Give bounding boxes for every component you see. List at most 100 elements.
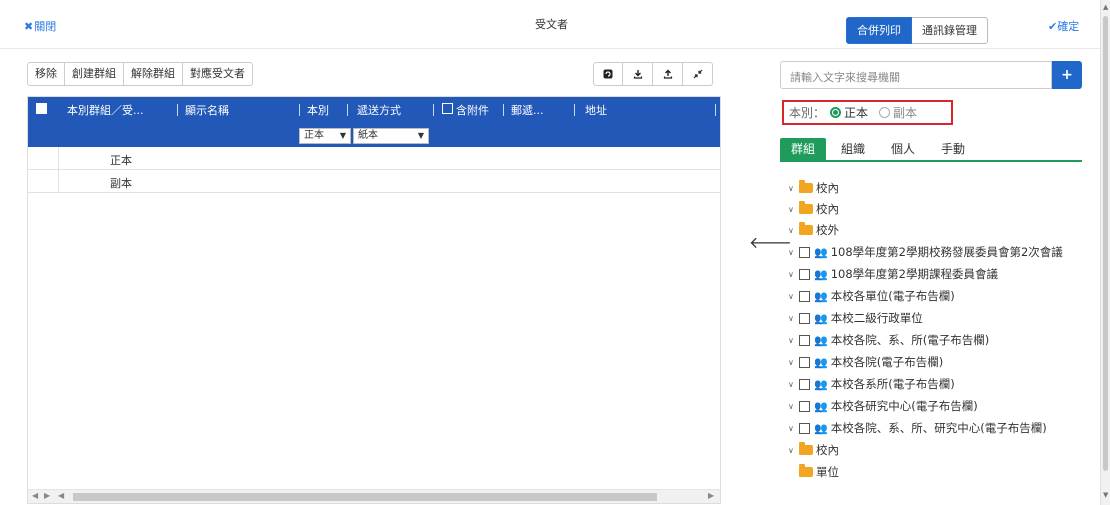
table-row[interactable]: 正本 xyxy=(28,147,720,170)
tree-node[interactable]: ∨ 👥 本校各院、系、所、研究中心(電子布告欄) xyxy=(788,418,1047,438)
scroll-up-icon[interactable]: ▲ xyxy=(1103,3,1108,11)
col-address[interactable]: 地址 xyxy=(585,102,607,118)
col-sep xyxy=(715,104,716,116)
upload-icon[interactable] xyxy=(653,62,683,86)
chevron-down-icon[interactable]: ∨ xyxy=(788,380,796,389)
refresh-icon[interactable] xyxy=(593,62,623,86)
chevron-down-icon[interactable]: ∨ xyxy=(788,402,796,411)
map-recipient-button[interactable]: 對應受文者 xyxy=(183,62,253,86)
users-icon: 👥 xyxy=(814,377,828,391)
collapse-icon[interactable] xyxy=(683,62,713,86)
select-all-checkbox[interactable] xyxy=(36,103,47,114)
merge-print-button[interactable]: 合併列印 xyxy=(846,17,912,44)
scroll-right-icon[interactable]: ▶ xyxy=(44,491,50,500)
radio-original[interactable]: 正本 xyxy=(830,104,868,121)
top-tabs: 合併列印 通訊錄管理 xyxy=(846,17,988,44)
tree-node[interactable]: 單位 xyxy=(799,462,839,482)
toolbar: 移除 創建群組 解除群組 對應受文者 xyxy=(27,62,253,86)
col-zip[interactable]: 郵遞... xyxy=(511,102,544,118)
tree-node[interactable]: ∨ 👥 本校各系所(電子布告欄) xyxy=(788,374,955,394)
download-icon[interactable] xyxy=(623,62,653,86)
tree-node[interactable]: ∨ 校外 xyxy=(788,220,839,240)
node-checkbox[interactable] xyxy=(799,268,810,280)
scroll-down-icon[interactable]: ▼ xyxy=(1103,491,1108,499)
close-icon: ✖ xyxy=(24,20,34,33)
chevron-down-icon[interactable]: ∨ xyxy=(788,358,796,367)
chevron-down-icon: ▼ xyxy=(417,131,424,140)
node-checkbox[interactable] xyxy=(799,356,810,368)
scroll-left-icon[interactable]: ◀ xyxy=(58,491,64,500)
tree-node[interactable]: ∨ 校內 xyxy=(788,440,839,460)
delivery-filter[interactable]: 紙本 ▼ xyxy=(353,128,429,144)
tree-node[interactable]: ∨ 校內 xyxy=(788,178,839,198)
col-attachment[interactable]: 含附件 xyxy=(456,102,489,118)
radio-icon xyxy=(830,107,842,118)
tab-org[interactable]: 組織 xyxy=(830,138,876,160)
chevron-down-icon[interactable]: ∨ xyxy=(788,205,796,214)
col-sep xyxy=(299,104,300,116)
grid-header: 本別群組／受... 顯示名稱 本別 遞送方式 含附件 郵遞... 地址 正本 ▼ … xyxy=(28,97,720,147)
node-checkbox[interactable] xyxy=(799,246,810,258)
col-copy-type[interactable]: 本別 xyxy=(307,102,329,118)
node-checkbox[interactable] xyxy=(799,334,810,346)
tab-person[interactable]: 個人 xyxy=(880,138,926,160)
attachment-checkbox[interactable] xyxy=(442,103,453,114)
chevron-down-icon[interactable]: ∨ xyxy=(788,314,796,323)
folder-icon xyxy=(799,180,813,193)
col-sep xyxy=(433,104,434,116)
search-input[interactable]: 請輸入文字來搜尋機關 xyxy=(780,61,1052,89)
arrow-left-icon[interactable]: 🡐 xyxy=(749,232,792,252)
chevron-down-icon[interactable]: ∨ xyxy=(788,446,796,455)
create-group-button[interactable]: 創建群組 xyxy=(65,62,124,86)
copy-type-label: 本別： xyxy=(789,106,826,120)
tree-node[interactable]: ∨ 👥 108學年度第2學期課程委員會議 xyxy=(788,264,998,284)
chevron-down-icon[interactable]: ∨ xyxy=(788,270,796,279)
row-label: 副本 xyxy=(110,177,132,190)
chevron-down-icon[interactable]: ∨ xyxy=(788,336,796,345)
col-display-name[interactable]: 顯示名稱 xyxy=(185,102,229,118)
scroll-thumb[interactable] xyxy=(73,493,657,501)
folder-icon xyxy=(799,464,813,477)
icon-toolbar xyxy=(593,62,713,86)
close-link[interactable]: ✖關閉 xyxy=(24,18,56,34)
add-button[interactable]: + xyxy=(1052,61,1082,89)
node-checkbox[interactable] xyxy=(799,400,810,412)
node-checkbox[interactable] xyxy=(799,422,810,434)
page-scrollbar[interactable]: ▲ ▼ xyxy=(1100,0,1110,505)
node-checkbox[interactable] xyxy=(799,312,810,324)
node-checkbox[interactable] xyxy=(799,290,810,302)
users-icon: 👥 xyxy=(814,311,828,325)
tab-manual[interactable]: 手動 xyxy=(930,138,976,160)
col-group[interactable]: 本別群組／受... xyxy=(67,102,144,118)
source-tabs: 群組 組織 個人 手動 xyxy=(780,138,1082,162)
horizontal-scrollbar[interactable]: ◀ ▶ ◀ ▶ xyxy=(28,489,720,503)
tree-node[interactable]: ∨ 👥 108學年度第2學期校務發展委員會第2次會議 xyxy=(788,242,1063,262)
scroll-thumb[interactable] xyxy=(1103,16,1108,471)
copy-type-radio-group: 本別： 正本 副本 xyxy=(782,100,953,125)
tree-node[interactable]: ∨ 👥 本校各院、系、所(電子布告欄) xyxy=(788,330,989,350)
tree-node[interactable]: ∨ 👥 本校各院(電子布告欄) xyxy=(788,352,943,372)
radio-copy[interactable]: 副本 xyxy=(879,104,917,121)
chevron-down-icon[interactable]: ∨ xyxy=(788,226,796,235)
tab-group[interactable]: 群組 xyxy=(780,138,827,160)
confirm-link[interactable]: ✔確定 xyxy=(1048,18,1079,34)
tree-node[interactable]: ∨ 👥 本校各單位(電子布告欄) xyxy=(788,286,955,306)
node-checkbox[interactable] xyxy=(799,378,810,390)
copy-type-filter[interactable]: 正本 ▼ xyxy=(299,128,351,144)
chevron-down-icon[interactable]: ∨ xyxy=(788,424,796,433)
tree-node[interactable]: ∨ 校內 xyxy=(788,199,839,219)
col-delivery[interactable]: 遞送方式 xyxy=(357,102,401,118)
scroll-right-icon[interactable]: ▶ xyxy=(708,491,714,500)
remove-button[interactable]: 移除 xyxy=(27,62,65,86)
chevron-down-icon[interactable]: ∨ xyxy=(788,184,796,193)
address-book-button[interactable]: 通訊錄管理 xyxy=(912,17,988,44)
tree-node[interactable]: ∨ 👥 本校各研究中心(電子布告欄) xyxy=(788,396,978,416)
chevron-down-icon[interactable]: ∨ xyxy=(788,292,796,301)
tree-node[interactable]: ∨ 👥 本校二級行政單位 xyxy=(788,308,923,328)
scroll-left-icon[interactable]: ◀ xyxy=(32,491,38,500)
chevron-down-icon[interactable]: ∨ xyxy=(788,248,796,257)
col-sep xyxy=(177,104,178,116)
check-icon: ✔ xyxy=(1048,20,1058,33)
ungroup-button[interactable]: 解除群組 xyxy=(124,62,183,86)
table-row[interactable]: 副本 xyxy=(28,170,720,193)
